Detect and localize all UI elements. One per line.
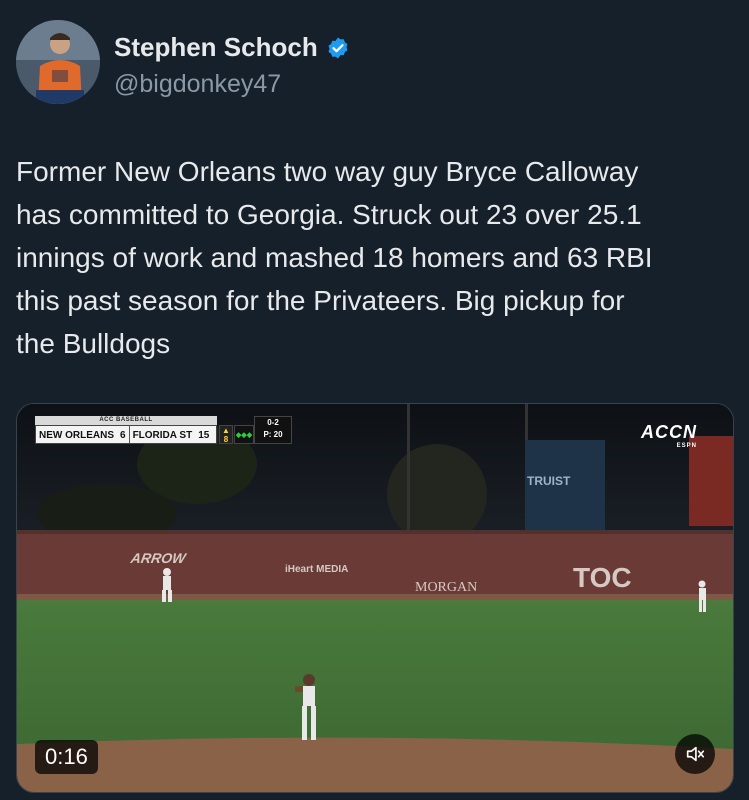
arrow-sign: ARROW (129, 550, 187, 566)
away-score: 6 (120, 430, 126, 441)
tweet-text: Former New Orleans two way guy Bryce Cal… (16, 150, 732, 365)
tweet-line: this past season for the Privateers. Big… (16, 285, 625, 316)
morgan-sign: MORGAN (415, 580, 478, 595)
avatar[interactable] (16, 20, 100, 104)
tweet-line: has committed to Georgia. Struck out 23 … (16, 199, 642, 230)
video-frame (17, 404, 733, 792)
home-score: 15 (198, 430, 210, 441)
tweet-line: the Bulldogs (16, 328, 171, 359)
truist-sign: TRUIST (527, 474, 571, 488)
display-name[interactable]: Stephen Schoch (114, 32, 318, 63)
network-sub: ESPN (676, 443, 697, 449)
away-team: NEW ORLEANS (39, 430, 114, 441)
network-logo: ACCN ESPN (641, 422, 697, 449)
speaker-muted-icon (686, 746, 705, 762)
inning-number: 8 (223, 435, 229, 444)
inning-indicator: ▲ 8 (219, 425, 233, 444)
video-player[interactable]: ACC BASEBALL NEW ORLEANS 6 FLORIDA ST 15… (16, 403, 734, 793)
ball-strike-count: 0-2 (267, 418, 279, 427)
video-timestamp: 0:16 (35, 740, 98, 774)
user-handle[interactable]: @bigdonkey47 (114, 70, 281, 99)
scorebug-teams: NEW ORLEANS 6 FLORIDA ST 15 (35, 425, 217, 444)
tweet-line: Former New Orleans two way guy Bryce Cal… (16, 156, 639, 187)
iheart-sign: iHeart MEDIA (285, 564, 349, 575)
home-team: FLORIDA ST (132, 430, 193, 441)
scorebug-league: ACC BASEBALL (35, 416, 217, 425)
network-name: ACCN (641, 422, 697, 442)
mute-button[interactable] (675, 734, 715, 774)
verified-badge-icon (326, 36, 350, 60)
tweet-header: Stephen Schoch @bigdonkey47 (16, 20, 736, 106)
pitch-count-box: 0-2 P: 20 (254, 416, 292, 444)
toc-sign: TOC (573, 562, 632, 593)
tweet-line: innings of work and mashed 18 homers and… (16, 242, 653, 273)
bases-icon: ◆◆◆ (234, 425, 254, 444)
pitch-count: P: 20 (263, 430, 283, 439)
